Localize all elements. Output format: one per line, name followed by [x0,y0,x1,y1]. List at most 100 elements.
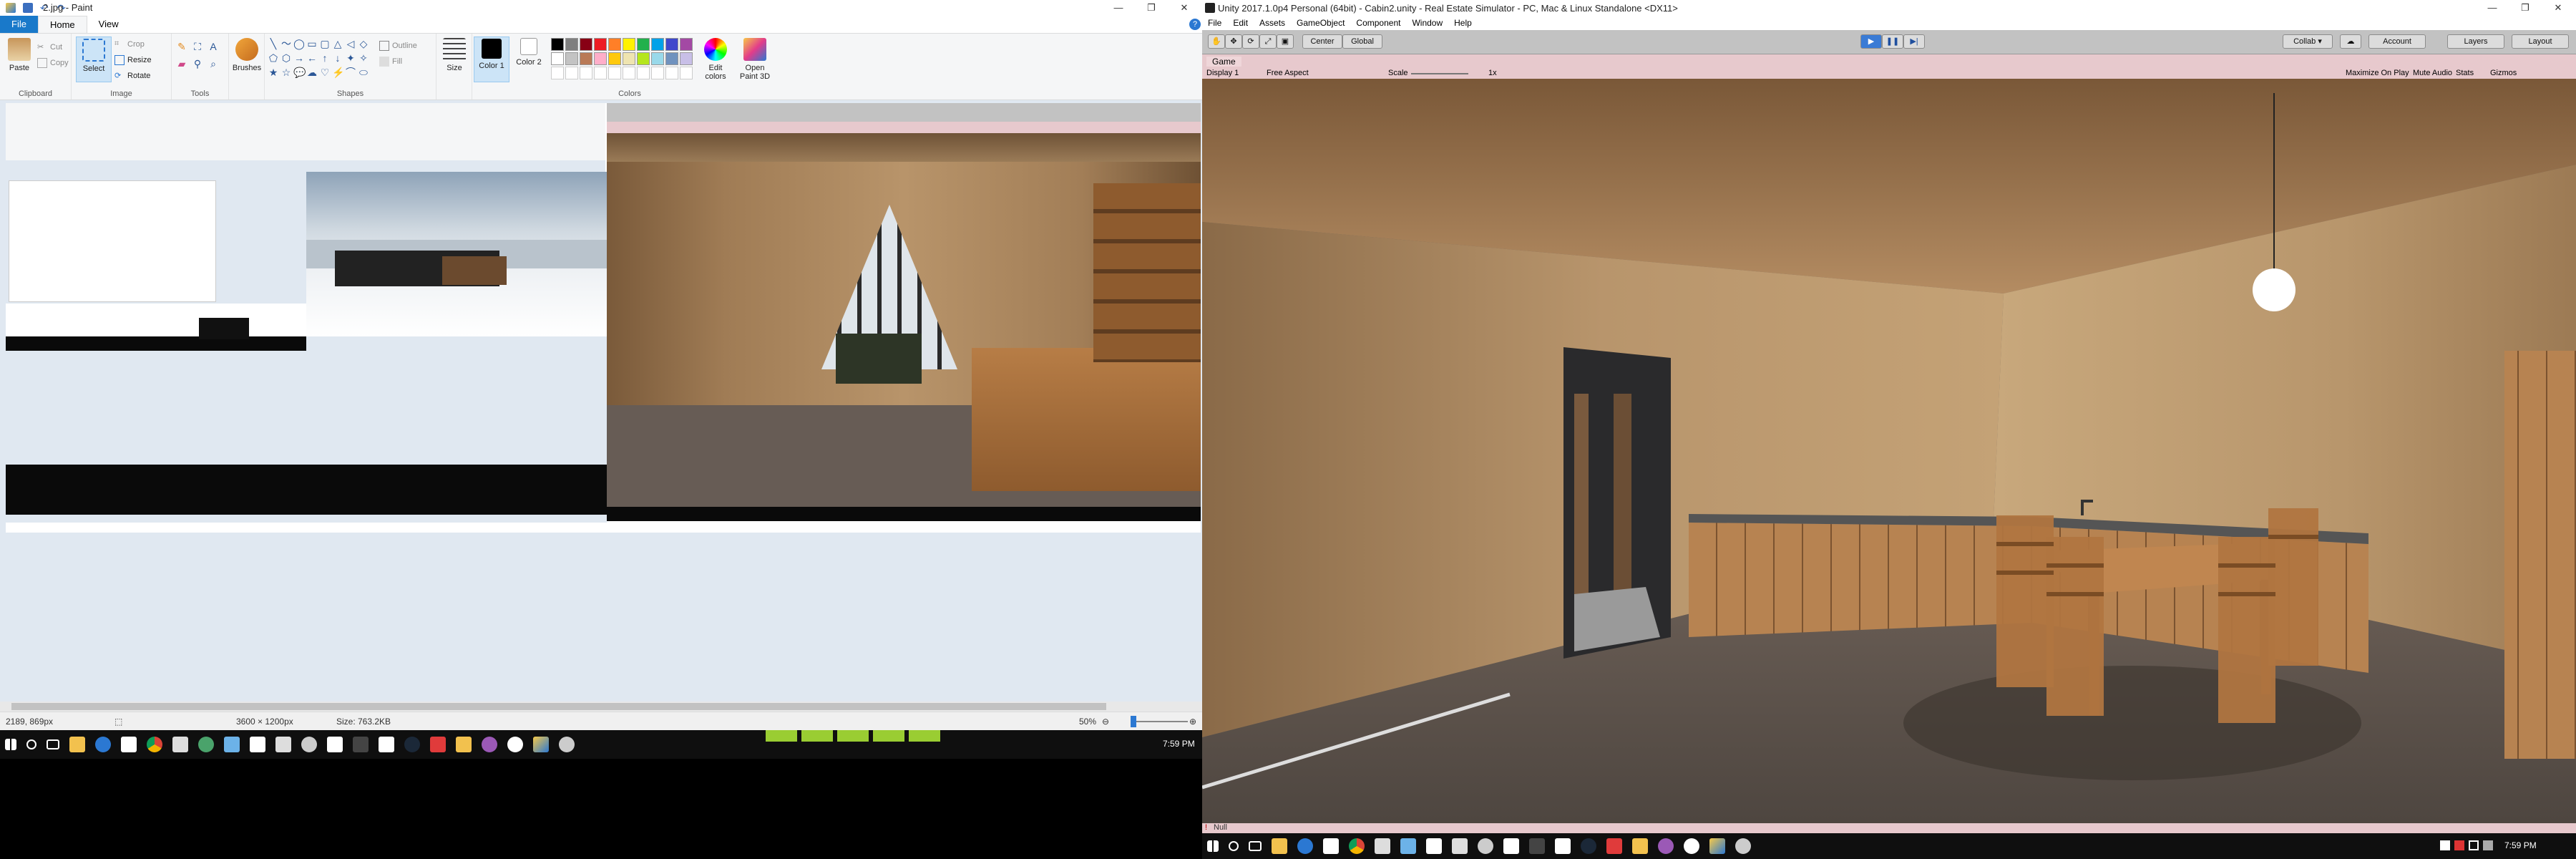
app-icon-2[interactable] [198,737,214,752]
float-btn-2[interactable] [801,730,833,742]
copy-button[interactable]: Copy [37,57,69,69]
menu-window[interactable]: Window [1406,16,1448,30]
shape-option[interactable]: → [293,52,305,64]
edge-icon[interactable] [95,737,111,752]
shape-option[interactable]: ⌒ [345,67,356,78]
pencil-icon[interactable]: ✎ [176,41,187,52]
steam-icon-right[interactable] [1581,838,1596,854]
shape-option[interactable]: ✦ [345,52,356,64]
custom-color-slot[interactable] [680,67,693,79]
custom-color-slot[interactable] [580,67,592,79]
palette-swatch[interactable] [551,52,564,65]
search-icon[interactable] [26,739,36,749]
shape-option[interactable]: ◯ [293,38,305,49]
store-icon-right[interactable] [1323,838,1339,854]
text-tool-icon[interactable]: A [208,41,219,52]
app-icon-11[interactable] [507,737,523,752]
app-icon-r11[interactable] [1735,838,1751,854]
size-button[interactable]: Size [436,37,472,82]
shape-option[interactable]: ⚡ [332,67,344,78]
tab-view[interactable]: View [87,16,130,33]
app-icon-9[interactable] [456,737,472,752]
palette-swatch[interactable] [651,38,664,51]
palette-swatch[interactable] [623,38,635,51]
shape-option[interactable]: ⬭ [358,67,369,78]
shape-option[interactable]: ♡ [319,67,331,78]
custom-color-slot[interactable] [594,67,607,79]
windows-start-icon-right[interactable] [1207,840,1219,852]
display-dropdown[interactable]: Display 1 [1206,69,1239,77]
palette-swatch[interactable] [565,38,578,51]
horizontal-scrollbar[interactable] [0,702,1202,712]
palette-swatch[interactable] [651,52,664,65]
account-dropdown[interactable]: Account [2368,34,2426,49]
pivot-center-button[interactable]: Center [1302,34,1342,49]
palette-swatch[interactable] [551,38,564,51]
shape-option[interactable]: ✧ [358,52,369,64]
open-paint3d-button[interactable]: Open Paint 3D [737,37,773,82]
palette-swatch[interactable] [637,38,650,51]
rotate-button[interactable]: ⟳ Rotate [114,69,150,82]
app-icon-r6[interactable] [1555,838,1571,854]
shape-option[interactable]: ▭ [306,38,318,49]
move-tool-button[interactable]: ✥ [1225,34,1242,49]
custom-color-slot[interactable] [665,67,678,79]
layers-dropdown[interactable]: Layers [2447,34,2504,49]
palette-swatch[interactable] [623,52,635,65]
palette-swatch[interactable] [580,52,592,65]
crop-button[interactable]: ⌗ Crop [114,38,145,51]
shape-option[interactable]: ◁ [345,38,356,49]
float-btn-4[interactable] [873,730,904,742]
mail-icon[interactable] [327,737,343,752]
paint-image[interactable] [6,103,1201,533]
palette-swatch[interactable] [594,38,607,51]
chrome-icon[interactable] [147,737,162,752]
layout-dropdown[interactable]: Layout [2512,34,2569,49]
paint-taskbar-icon-right[interactable] [1709,838,1725,854]
zoom-slider-thumb[interactable] [1131,716,1136,727]
menu-component[interactable]: Component [1350,16,1406,30]
edit-colors-button[interactable]: Edit colors [698,37,733,82]
app-icon-7[interactable] [379,737,394,752]
palette-swatch[interactable] [637,52,650,65]
shape-option[interactable]: ⬡ [280,52,292,64]
color-picker-icon[interactable]: ⚲ [192,58,203,69]
console-message[interactable]: Null [1214,823,1227,832]
pause-button[interactable]: ❚❚ [1882,34,1903,49]
zoom-in-button[interactable]: ⊕ [1189,717,1196,727]
maximize-button[interactable]: ❐ [1135,0,1168,16]
app-icon-3[interactable] [224,737,240,752]
unity-minimize-button[interactable]: — [2476,0,2509,16]
edge-icon-right[interactable] [1297,838,1313,854]
rotate-tool-button[interactable]: ⟳ [1242,34,1259,49]
custom-color-slot[interactable] [551,67,564,79]
windows-start-icon[interactable] [5,739,16,750]
game-tab[interactable]: Game [1206,57,1241,67]
shape-option[interactable]: ☁ [306,67,318,78]
file-explorer-icon[interactable] [69,737,85,752]
app-icon-r4[interactable] [1452,838,1468,854]
eraser-icon[interactable]: ▰ [176,58,187,69]
app-icon-5[interactable] [275,737,291,752]
custom-color-slot[interactable] [565,67,578,79]
store-icon[interactable] [121,737,137,752]
volume-icon[interactable] [2483,840,2493,850]
menu-assets[interactable]: Assets [1254,16,1291,30]
scrollbar-thumb[interactable] [11,703,1106,710]
shape-option[interactable]: ◇ [358,38,369,49]
magnifier-icon[interactable]: ⌕ [208,58,219,69]
battery-icon[interactable] [2454,840,2464,850]
color2-button[interactable]: Color 2 [511,37,547,82]
app-icon-12[interactable] [559,737,575,752]
mute-audio-toggle[interactable]: Mute Audio [2413,69,2452,77]
brushes-button[interactable]: Brushes [229,37,265,82]
right-clock[interactable]: 7:59 PM [2504,840,2537,850]
steam-icon[interactable] [404,737,420,752]
stats-toggle[interactable]: Stats [2456,69,2474,77]
scale-slider[interactable] [1411,73,1468,74]
file-explorer-icon-right[interactable] [1272,838,1287,854]
float-btn-3[interactable] [837,730,869,742]
hand-tool-button[interactable]: ✋ [1208,34,1225,49]
palette-swatch[interactable] [608,52,621,65]
zoom-out-button[interactable]: ⊖ [1102,717,1109,727]
